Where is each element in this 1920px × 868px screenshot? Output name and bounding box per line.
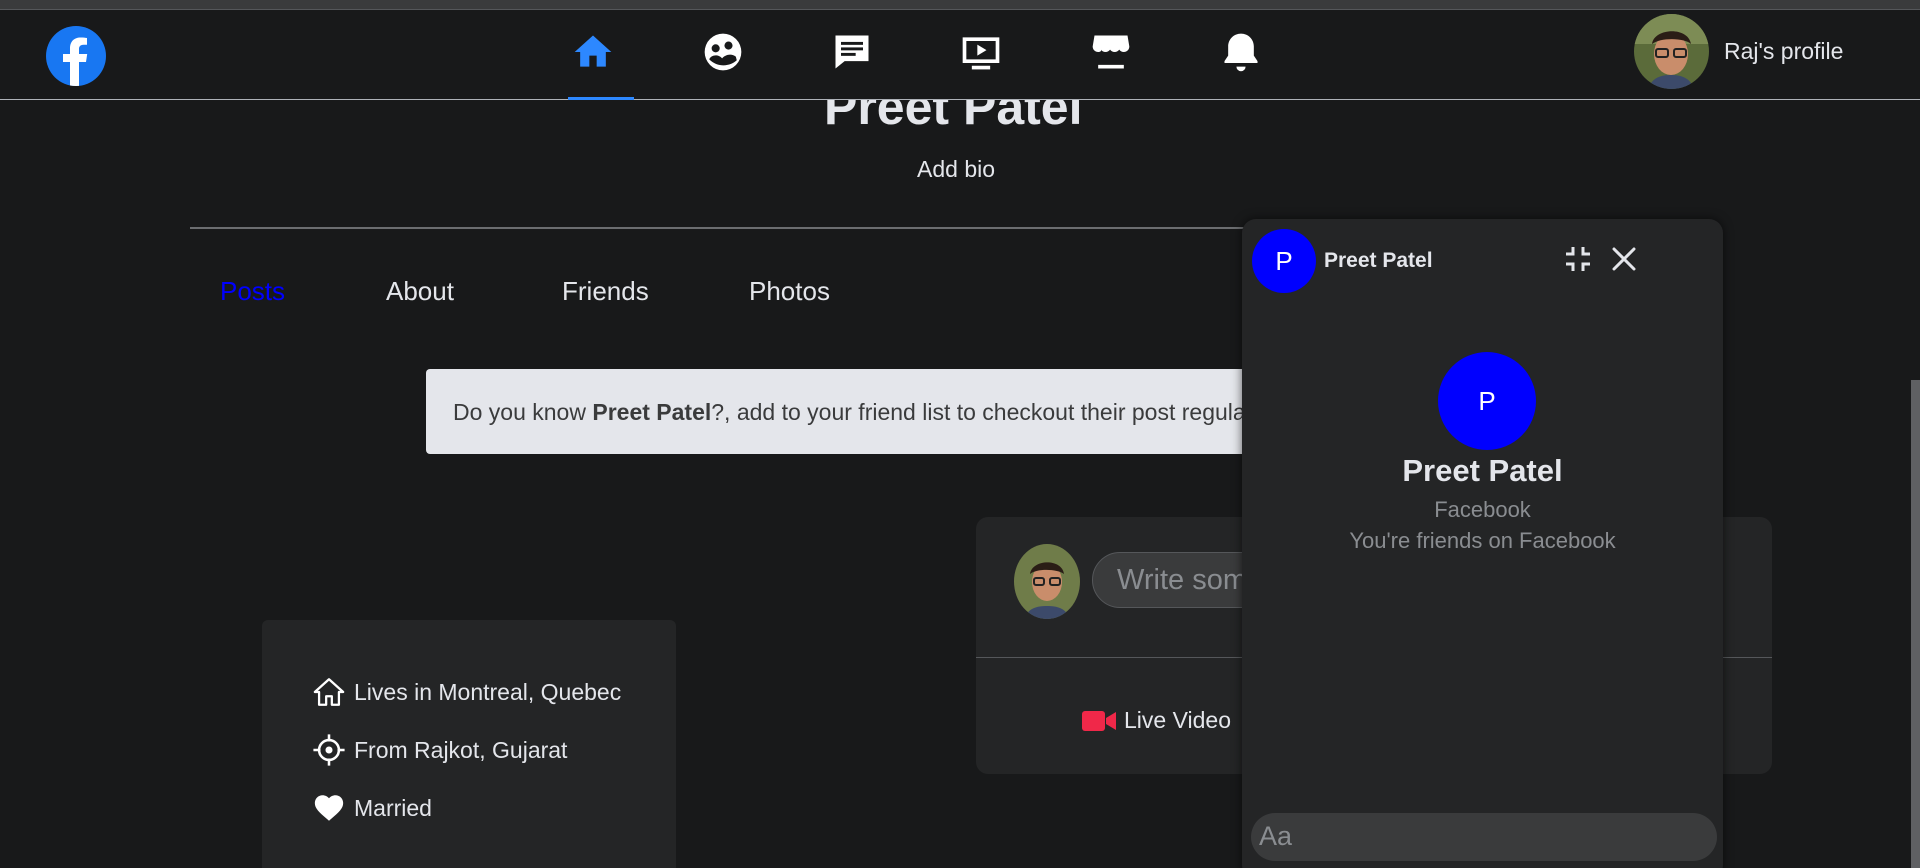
chat-friend-status: You're friends on Facebook (1349, 528, 1616, 553)
intro-item-from: From Rajkot, Gujarat (312, 733, 567, 767)
intro-item-text: From Rajkot, Gujarat (354, 736, 568, 763)
chat-message-input[interactable]: Aa (1251, 813, 1717, 861)
notice-prefix: Do you know (453, 399, 593, 425)
chat-header-name[interactable]: Preet Patel (1324, 249, 1433, 273)
live-video-label: Live Video (1124, 707, 1231, 733)
facebook-logo-icon[interactable] (46, 26, 106, 86)
tab-posts[interactable]: Posts (220, 276, 285, 307)
chat-contact-name: Preet Patel (1402, 453, 1563, 488)
nav-notifications-icon[interactable] (1211, 28, 1271, 76)
nav-watch-icon[interactable] (951, 28, 1011, 76)
profile-label[interactable]: Raj's profile (1724, 38, 1843, 65)
intro-card: Lives in Montreal, Quebec From Rajkot, G… (262, 620, 676, 868)
nav-home-icon[interactable] (563, 28, 623, 76)
intro-item-text: Lives in Montreal, Quebec (354, 678, 622, 705)
chat-window: P Preet Patel P Preet Patel Facebook You… (1242, 219, 1723, 868)
intro-item-relationship: Married (312, 791, 432, 825)
nav-active-indicator (568, 97, 634, 100)
tab-friends[interactable]: Friends (562, 276, 649, 307)
chat-contact-avatar: P (1438, 352, 1536, 450)
notice-suffix: ?, add to your friend list to checkout t… (711, 399, 1246, 425)
composer-avatar (1014, 544, 1080, 619)
chat-header-avatar[interactable]: P (1252, 229, 1316, 293)
notice-name: Preet Patel (592, 399, 712, 425)
profile-avatar[interactable] (1634, 14, 1709, 89)
location-icon (313, 734, 345, 766)
tab-about[interactable]: About (386, 276, 454, 307)
browser-top-strip (0, 0, 1920, 10)
heart-icon (314, 795, 344, 821)
friend-suggestion-notice: Do you know Preet Patel?, add to your fr… (426, 369, 1246, 454)
chat-contact-platform: Facebook (1434, 497, 1531, 522)
add-bio-link[interactable]: Add bio (917, 156, 995, 183)
top-navbar: Raj's profile (0, 10, 1920, 100)
minimize-icon[interactable] (1562, 243, 1594, 275)
intro-item-lives: Lives in Montreal, Quebec (312, 675, 621, 709)
nav-groups-icon[interactable] (693, 28, 753, 76)
page-scrollbar[interactable] (1911, 380, 1920, 868)
home-outline-icon (313, 678, 345, 706)
close-icon[interactable] (1608, 243, 1640, 275)
nav-messages-icon[interactable] (822, 28, 882, 76)
live-video-button[interactable]: Live Video (1082, 707, 1231, 734)
nav-marketplace-icon[interactable] (1081, 28, 1141, 76)
tab-photos[interactable]: Photos (749, 276, 830, 307)
intro-item-text: Married (354, 794, 432, 821)
video-camera-icon (1082, 710, 1116, 731)
